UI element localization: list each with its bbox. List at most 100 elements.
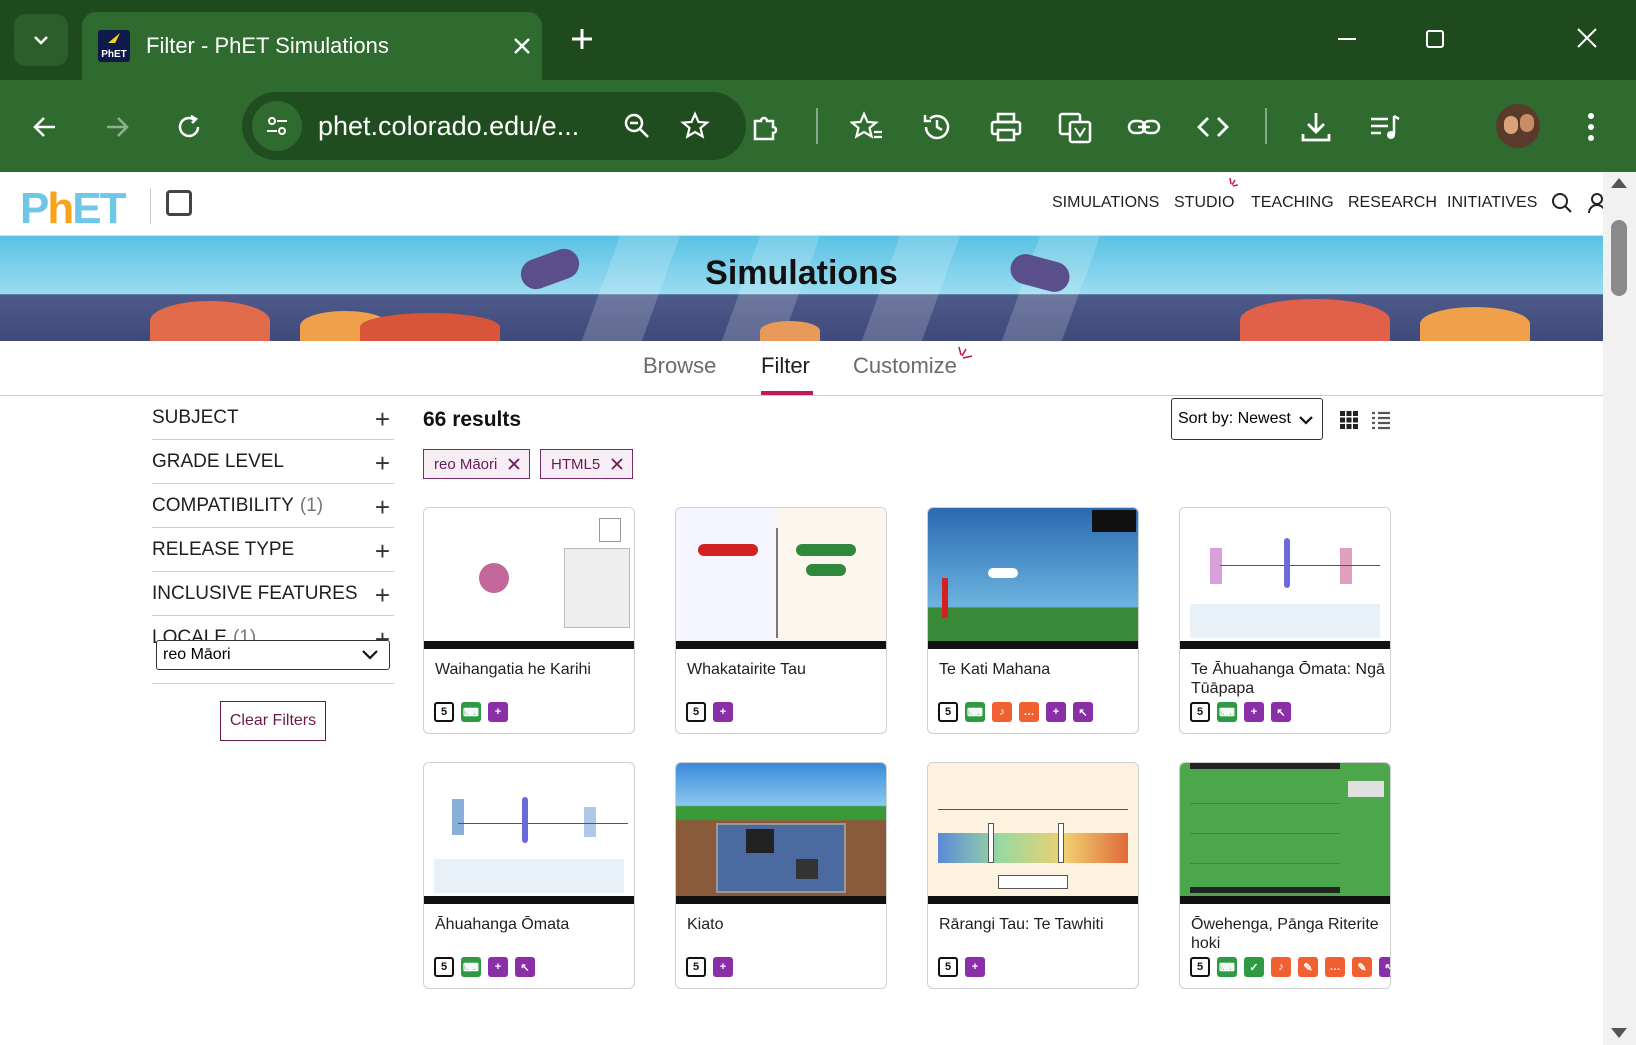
site-header: PhET SIMULATIONS STUDIO TEACHING RESEARC… [0,172,1603,236]
nav-teaching[interactable]: TEACHING [1251,194,1334,212]
copy-link-button[interactable] [1119,102,1169,152]
chevron-down-icon [34,36,48,45]
maximize-icon [1426,30,1444,48]
zoom-icon [624,113,649,138]
close-icon [514,37,530,54]
sim-card[interactable]: Ōwehenga, Pānga Riterite hoki 5 ⌨ ✓ ♪ ✎ … ✎ ↖ [1179,762,1391,989]
nav-studio[interactable]: STUDIO [1174,194,1234,212]
alt-feature-icon: ✓ [1244,957,1264,977]
devtools-button[interactable] [1188,102,1238,152]
close-icon[interactable] [507,457,521,471]
puzzle-icon [753,116,778,141]
list-view-button[interactable] [1369,408,1393,432]
extensions-button[interactable] [740,102,790,152]
tab-search-button[interactable] [14,14,68,66]
sort-select[interactable]: Sort by: Newest [1171,398,1323,440]
plus-icon[interactable]: + [375,448,390,479]
window-close-button[interactable] [1562,18,1612,62]
facet-label: COMPATIBILITY [152,494,294,516]
facet-grade-level[interactable]: GRADE LEVEL + [152,440,394,484]
facet-inclusive-features[interactable]: INCLUSIVE FEATURES + [152,572,394,616]
nav-initiatives[interactable]: INITIATIVES [1447,194,1537,212]
bookmark-button[interactable] [670,101,720,151]
history-button[interactable] [912,102,962,152]
minimize-icon [1338,38,1356,40]
plus-icon[interactable]: + [375,580,390,611]
zoom-feature-icon: + [965,957,985,977]
sim-thumbnail [928,508,1138,649]
locale-select[interactable]: reo Māori [156,640,390,670]
scroll-down-arrow[interactable] [1611,1028,1627,1038]
tab-close-button[interactable] [502,31,542,62]
sim-thumbnail [1180,763,1390,904]
mouse-feature-icon: ↖ [515,957,535,977]
print-button[interactable] [981,102,1031,152]
plus-icon[interactable]: + [375,404,390,435]
downloads-button[interactable] [1291,102,1341,152]
maximize-button[interactable] [1410,18,1460,62]
toolbar-separator [816,108,818,144]
zoom-feature-icon: + [1244,702,1264,722]
browser-tab[interactable]: PhET Filter - PhET Simulations [82,12,542,80]
filter-chip[interactable]: reo Māori [423,449,531,479]
html5-feature-icon: 5 [434,957,454,977]
link-icon [1127,119,1161,135]
media-button[interactable] [1360,102,1410,152]
search-icon[interactable] [1551,192,1573,214]
facet-label: SUBJECT [152,406,239,428]
nav-research[interactable]: RESEARCH [1348,194,1437,212]
arrow-right-icon [107,117,129,137]
sim-card[interactable]: Kiato 5 + [675,762,887,989]
url-text: phet.colorado.edu/e... [318,110,580,141]
user-icon[interactable] [1588,192,1603,214]
sim-card[interactable]: Te Kati Mahana 5 ⌨ ♪ … + ↖ [927,507,1139,734]
plus-icon[interactable]: + [375,536,390,567]
back-button[interactable] [22,104,68,150]
kbd-feature-icon: ⌨ [461,957,481,977]
facet-release-type[interactable]: RELEASE TYPE + [152,528,394,572]
profile-avatar[interactable] [1496,104,1540,148]
page-tabs: Browse Filter Customize [0,341,1603,396]
grid-view-button[interactable] [1337,408,1361,432]
sim-card[interactable]: Āhuahanga Ōmata 5 ⌨ + ↖ [423,762,635,989]
history-icon [923,114,950,140]
forward-button[interactable] [94,104,140,150]
list-icon [1372,411,1390,430]
browser-tab-strip: PhET Filter - PhET Simulations [0,0,1636,80]
reload-button[interactable] [166,104,212,150]
page-scrollbar[interactable] [1603,172,1636,1045]
facet-count: (1) [299,494,324,516]
tab-filter[interactable]: Filter [761,353,810,379]
plus-icon [572,29,592,49]
tab-customize[interactable]: Customize [853,353,957,379]
sim-card[interactable]: Whakatairite Tau 5 + [675,507,887,734]
site-info-button[interactable] [252,101,302,151]
sim-card[interactable]: Waihangatia he Karihi 5 ⌨ + [423,507,635,734]
close-icon [1577,28,1597,48]
scroll-thumb[interactable] [1611,220,1627,296]
tab-browse[interactable]: Browse [643,353,716,379]
close-icon[interactable] [610,457,624,471]
reload-icon [178,114,200,138]
phet-logo[interactable]: PhET [20,184,126,234]
facet-compatibility[interactable]: COMPATIBILITY (1) + [152,484,394,528]
nav-simulations[interactable]: SIMULATIONS [1052,194,1159,212]
filter-chip[interactable]: HTML5 [540,449,634,479]
plus-icon[interactable]: + [375,492,390,523]
sim-card[interactable]: Rārangi Tau: Te Tawhiti 5 + [927,762,1139,989]
menu-button[interactable] [1566,102,1616,152]
new-tab-button[interactable] [560,20,604,64]
address-bar[interactable]: phet.colorado.edu/e... [242,92,746,160]
scroll-up-arrow[interactable] [1611,178,1627,188]
cu-logo-icon[interactable] [166,190,192,216]
favorites-button[interactable] [842,102,892,152]
active-tab-indicator [761,391,813,395]
toolbar-separator [1265,108,1267,144]
zoom-button[interactable] [612,101,662,151]
minimize-button[interactable] [1322,18,1372,62]
clear-filters-button[interactable]: Clear Filters [220,701,326,741]
sim-card[interactable]: Te Āhuahanga Ōmata: Ngā Tūāpapa 5 ⌨ + ↖ [1179,507,1391,734]
facet-subject[interactable]: SUBJECT + [152,396,394,440]
translate-button[interactable] [1050,102,1100,152]
new-spark-icon [958,347,972,359]
